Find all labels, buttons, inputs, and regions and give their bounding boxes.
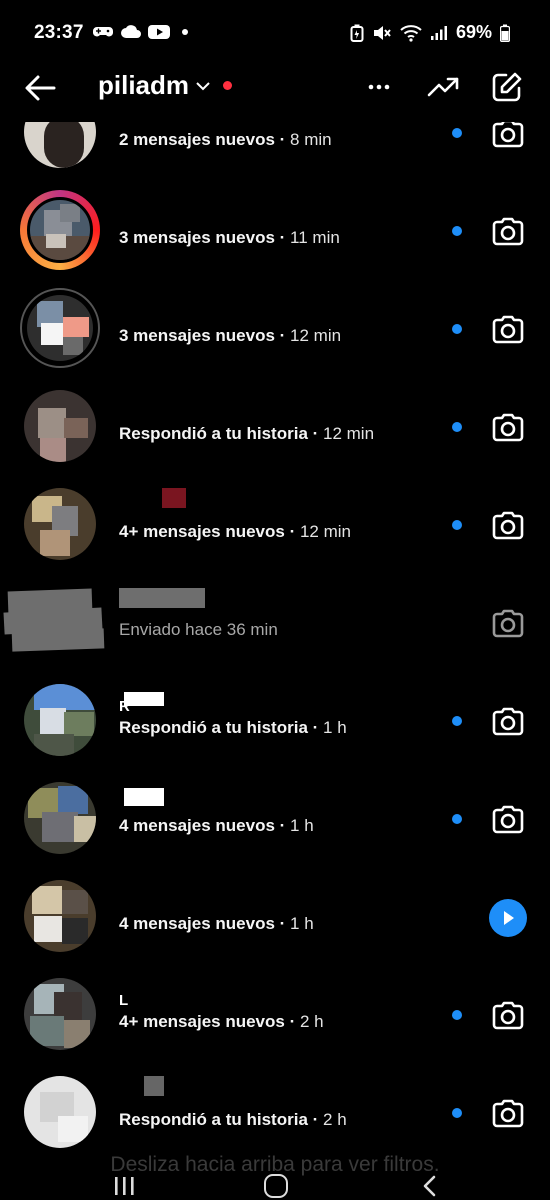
wifi-icon xyxy=(400,24,422,42)
more-notifications-dot xyxy=(182,29,188,35)
cloud-icon xyxy=(121,25,141,38)
battery-icon xyxy=(500,24,510,42)
play-icon xyxy=(504,911,514,925)
conversation-preview: 3 mensajes nuevos · 12 min xyxy=(119,326,342,345)
redaction-mark xyxy=(124,692,164,706)
unread-indicator xyxy=(452,520,462,530)
camera-icon[interactable] xyxy=(490,312,526,348)
conversation-preview: Respondió a tu historia · 12 min xyxy=(119,424,375,443)
redaction-mark xyxy=(124,788,164,806)
status-time: 23:37 xyxy=(34,22,84,43)
redacted-avatar xyxy=(11,628,105,652)
conversation-name: L xyxy=(119,992,129,1009)
home-icon[interactable] xyxy=(264,1174,288,1198)
conversation-preview: 2 mensajes nuevos · 8 min xyxy=(119,130,332,149)
game-controller-icon xyxy=(93,27,113,37)
youtube-icon xyxy=(148,25,170,39)
conversation-preview: Respondió a tu historia · 2 h xyxy=(119,1110,347,1129)
conversation-row[interactable]: Respondió a tu historia · 12 min xyxy=(0,382,550,480)
conversation-row[interactable]: Enviado hace 36 min xyxy=(0,578,550,676)
avatar xyxy=(24,782,96,854)
conversation-row[interactable]: Respondió a tu historia · 2 h xyxy=(0,1068,550,1152)
more-icon[interactable] xyxy=(364,72,394,102)
notification-dot xyxy=(223,81,233,90)
system-status-icons: 69% xyxy=(350,22,510,43)
android-nav-bar xyxy=(0,1170,550,1200)
unread-indicator xyxy=(452,1108,462,1118)
avatar xyxy=(27,197,93,263)
play-button[interactable] xyxy=(489,899,527,937)
camera-icon[interactable] xyxy=(490,704,526,740)
inbox-header: piliadm xyxy=(0,66,550,122)
battery-percentage: 69% xyxy=(455,22,492,42)
conversation-preview: 4 mensajes nuevos · 1 h xyxy=(119,816,314,835)
chevron-down-icon xyxy=(196,81,210,90)
unread-indicator xyxy=(452,716,462,726)
battery-saver-icon xyxy=(350,24,364,42)
conversation-row[interactable]: 3 mensajes nuevos · 11 min xyxy=(0,186,550,284)
unread-indicator xyxy=(452,1010,462,1020)
conversation-row[interactable]: 2 mensajes nuevos · 8 min xyxy=(0,122,550,186)
avatar xyxy=(24,978,96,1050)
redaction-mark xyxy=(144,1076,164,1096)
unread-indicator xyxy=(452,128,462,138)
conversation-row[interactable]: 4+ mensajes nuevos · 12 min xyxy=(0,480,550,578)
conversation-row[interactable]: 3 mensajes nuevos · 12 min xyxy=(0,284,550,382)
signal-icon xyxy=(430,25,447,40)
camera-icon[interactable] xyxy=(490,1096,526,1132)
back-icon[interactable] xyxy=(420,1174,440,1198)
unread-indicator xyxy=(452,422,462,432)
conversation-preview: 3 mensajes nuevos · 11 min xyxy=(119,228,340,247)
account-username: piliadm xyxy=(98,70,190,100)
redaction-mark xyxy=(162,488,186,508)
status-bar: 23:37 69% xyxy=(0,0,550,66)
unread-indicator xyxy=(452,226,462,236)
camera-icon[interactable] xyxy=(490,802,526,838)
notification-icons xyxy=(92,24,188,40)
mute-icon xyxy=(373,25,391,40)
avatar xyxy=(24,122,96,168)
camera-icon[interactable] xyxy=(490,122,526,152)
conversation-preview: 4+ mensajes nuevos · 2 h xyxy=(119,1012,324,1031)
conversation-name: R xyxy=(119,698,130,715)
conversation-list[interactable]: 2 mensajes nuevos · 8 min 3 mensajes nue… xyxy=(0,122,550,1152)
avatar xyxy=(27,295,93,361)
back-arrow-icon[interactable] xyxy=(22,70,58,106)
recents-icon[interactable] xyxy=(112,1175,136,1197)
conversation-preview: Enviado hace 36 min xyxy=(119,620,278,639)
conversation-row[interactable]: L 4+ mensajes nuevos · 2 h xyxy=(0,970,550,1068)
camera-icon[interactable] xyxy=(490,214,526,250)
new-message-icon[interactable] xyxy=(490,70,524,104)
camera-icon[interactable] xyxy=(490,606,526,642)
trending-icon[interactable] xyxy=(426,70,460,104)
account-switcher[interactable]: piliadm xyxy=(98,70,233,101)
conversation-preview: 4 mensajes nuevos · 1 h xyxy=(119,914,314,933)
avatar xyxy=(24,390,96,462)
avatar xyxy=(24,1076,96,1148)
conversation-row[interactable]: 4 mensajes nuevos · 1 h xyxy=(0,872,550,970)
avatar xyxy=(24,488,96,560)
conversation-row[interactable]: 4 mensajes nuevos · 1 h xyxy=(0,774,550,872)
avatar xyxy=(24,880,96,952)
unread-indicator xyxy=(452,814,462,824)
conversation-preview: 4+ mensajes nuevos · 12 min xyxy=(119,522,351,541)
camera-icon[interactable] xyxy=(490,998,526,1034)
camera-icon[interactable] xyxy=(490,410,526,446)
conversation-row[interactable]: R Respondió a tu historia · 1 h xyxy=(0,676,550,774)
redacted-name xyxy=(119,588,205,608)
conversation-preview: Respondió a tu historia · 1 h xyxy=(119,718,347,737)
unread-indicator xyxy=(452,324,462,334)
avatar xyxy=(24,684,96,756)
camera-icon[interactable] xyxy=(490,508,526,544)
